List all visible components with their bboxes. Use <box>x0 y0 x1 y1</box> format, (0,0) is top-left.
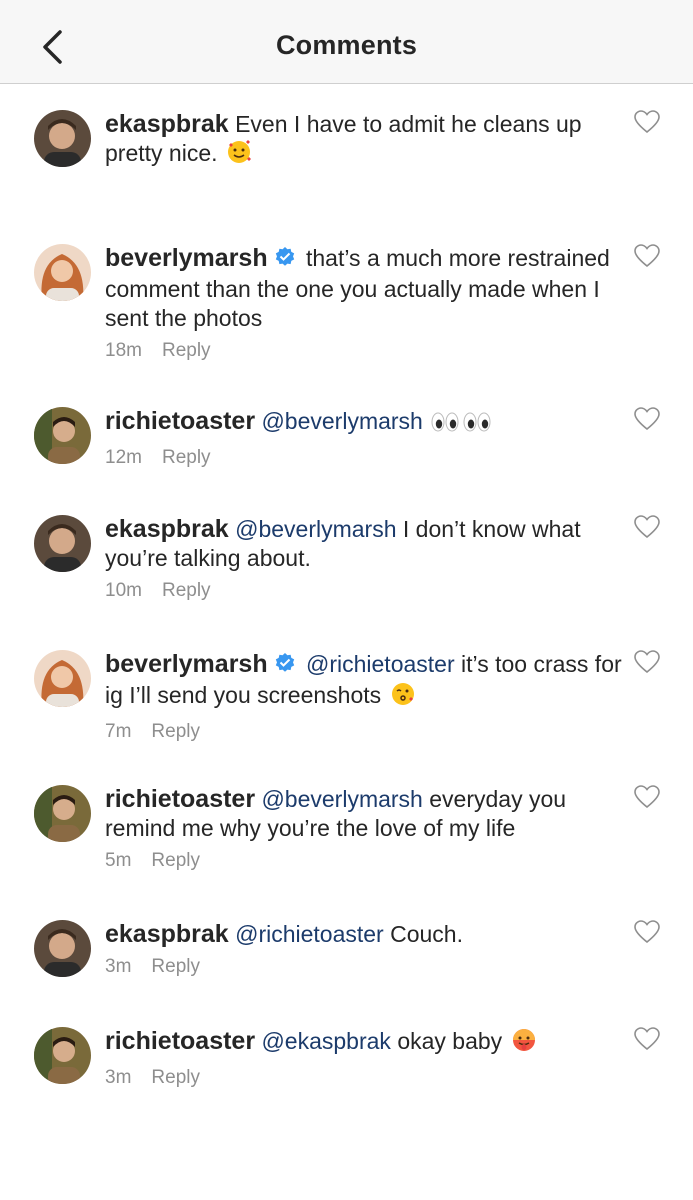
comment-timestamp: 5m <box>105 850 132 871</box>
comment-body: beverlymarsh @richietoaster it’s too cra… <box>105 650 625 744</box>
comment-mention[interactable]: @richietoaster <box>306 651 455 677</box>
comment-username[interactable]: ekaspbrak <box>105 920 229 948</box>
like-heart-icon[interactable] <box>634 920 660 944</box>
comment-meta: 3m Reply <box>105 1066 625 1090</box>
verified-badge-icon <box>274 652 296 681</box>
like-heart-icon[interactable] <box>634 244 660 268</box>
comment-body: richietoaster @beverlymarsh 12m Reply <box>105 407 625 470</box>
comment-body: ekaspbrak @richietoaster Couch. 3m Reply <box>105 920 625 979</box>
page-title: Comments <box>275 30 418 60</box>
avatar[interactable] <box>34 785 91 842</box>
comment-meta: 18m Reply <box>105 339 625 363</box>
comment-mention[interactable]: @beverlymarsh <box>235 516 396 542</box>
comment-text: Couch. <box>390 921 463 947</box>
verified-badge-icon <box>274 246 296 275</box>
reply-button[interactable]: Reply <box>162 580 211 601</box>
reply-button[interactable]: Reply <box>162 340 211 361</box>
comment-username[interactable]: richietoaster <box>105 785 255 813</box>
comment-text: okay baby <box>397 1028 503 1054</box>
comment-username[interactable]: beverlymarsh <box>105 244 268 272</box>
avatar[interactable] <box>34 650 91 707</box>
avatar[interactable] <box>34 407 91 464</box>
face-blowing-kiss-icon <box>390 681 416 714</box>
comment-body: richietoaster @ekaspbrak okay baby 3m Rep… <box>105 1027 625 1090</box>
comment-username[interactable]: richietoaster <box>105 407 255 435</box>
comment-timestamp: 10m <box>105 580 142 601</box>
comment-mention[interactable]: @beverlymarsh <box>261 786 422 812</box>
comment-meta: 7m Reply <box>105 720 625 744</box>
like-heart-icon[interactable] <box>634 1027 660 1051</box>
comment-username[interactable]: ekaspbrak <box>105 515 229 543</box>
comment-mention[interactable]: @beverlymarsh <box>261 408 422 434</box>
comment-meta: 3m Reply <box>105 955 625 979</box>
like-heart-icon[interactable] <box>634 785 660 809</box>
comment-meta: 12m Reply <box>105 446 625 470</box>
comment-username[interactable]: ekaspbrak <box>105 110 229 138</box>
avatar[interactable] <box>34 515 91 572</box>
hot-face-icon <box>511 1027 537 1060</box>
header-bar: Comments <box>0 0 693 84</box>
comment-body: beverlymarsh that’s a much more restrain… <box>105 244 625 363</box>
comment-timestamp: 3m <box>105 1067 132 1088</box>
comment-body: ekaspbrak @beverlymarsh I don’t know wha… <box>105 515 625 603</box>
comment-meta: 5m Reply <box>105 849 625 873</box>
avatar[interactable] <box>34 1027 91 1084</box>
reply-button[interactable]: Reply <box>151 721 200 742</box>
reply-button[interactable]: Reply <box>151 956 200 977</box>
comment-timestamp: 12m <box>105 447 142 468</box>
eyes-icon <box>431 411 493 440</box>
comment-username[interactable]: richietoaster <box>105 1027 255 1055</box>
avatar[interactable] <box>34 244 91 301</box>
comment-mention[interactable]: @ekaspbrak <box>261 1028 390 1054</box>
reply-button[interactable]: Reply <box>162 447 211 468</box>
smiling-face-with-hearts-icon <box>226 139 252 172</box>
like-heart-icon[interactable] <box>634 515 660 539</box>
like-heart-icon[interactable] <box>634 110 660 134</box>
reply-button[interactable]: Reply <box>151 1067 200 1088</box>
comment-body: richietoaster @beverlymarsh everyday you… <box>105 785 625 873</box>
avatar[interactable] <box>34 920 91 977</box>
comment-mention[interactable]: @richietoaster <box>235 921 384 947</box>
comment-meta: 10m Reply <box>105 579 625 603</box>
comment-body: ekaspbrak Even I have to admit he cleans… <box>105 110 625 172</box>
like-heart-icon[interactable] <box>634 407 660 431</box>
comment-timestamp: 18m <box>105 340 142 361</box>
comment-timestamp: 3m <box>105 956 132 977</box>
comment-timestamp: 7m <box>105 721 132 742</box>
avatar[interactable] <box>34 110 91 167</box>
reply-button[interactable]: Reply <box>151 850 200 871</box>
like-heart-icon[interactable] <box>634 650 660 674</box>
comment-username[interactable]: beverlymarsh <box>105 650 268 678</box>
